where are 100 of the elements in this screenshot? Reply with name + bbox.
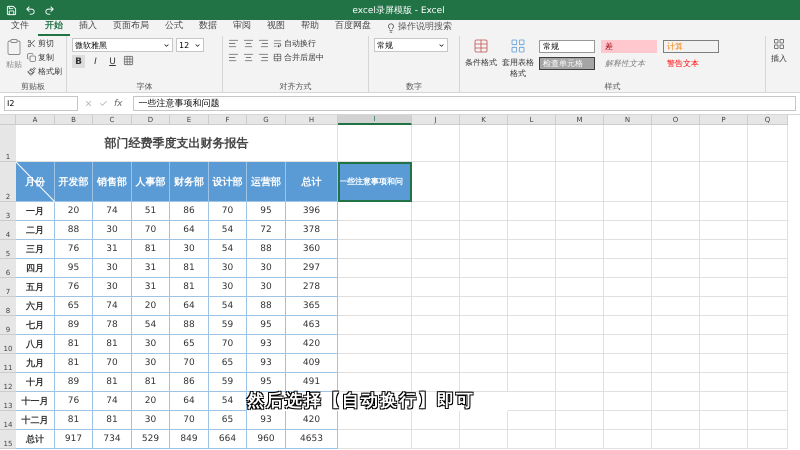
empty-cell[interactable] (508, 297, 556, 316)
cell-style-option[interactable]: 常规 (539, 40, 595, 53)
empty-cell[interactable] (700, 430, 748, 449)
empty-cell[interactable] (460, 221, 508, 240)
empty-cell[interactable] (508, 316, 556, 335)
format-button[interactable]: U (106, 55, 119, 68)
undo-icon[interactable] (25, 4, 36, 16)
ribbon-tab[interactable]: 数据 (192, 19, 224, 36)
font-size-field[interactable]: 12 (176, 38, 204, 52)
ribbon-tab[interactable]: 公式 (158, 19, 190, 36)
empty-cell[interactable] (604, 411, 652, 430)
empty-cell[interactable] (748, 430, 788, 449)
align-middle-icon[interactable] (243, 38, 254, 49)
cancel-icon[interactable] (84, 99, 93, 108)
empty-cell[interactable] (460, 373, 508, 392)
empty-cell[interactable] (604, 278, 652, 297)
empty-cell[interactable] (556, 202, 604, 221)
empty-cell[interactable] (508, 373, 556, 392)
empty-cell[interactable] (412, 411, 460, 430)
empty-cell[interactable] (652, 162, 700, 202)
empty-cell[interactable] (652, 221, 700, 240)
empty-cell[interactable] (604, 430, 652, 449)
empty-cell[interactable] (556, 297, 604, 316)
empty-cell[interactable] (604, 354, 652, 373)
save-icon[interactable] (6, 4, 17, 16)
empty-cell[interactable] (412, 125, 460, 162)
empty-cell[interactable] (700, 202, 748, 221)
align-top-icon[interactable] (228, 38, 239, 49)
empty-cell[interactable] (508, 278, 556, 297)
empty-cell[interactable] (556, 335, 604, 354)
empty-cell[interactable] (700, 221, 748, 240)
merge-center-button[interactable]: 合并后居中 (273, 52, 324, 63)
empty-cell[interactable] (604, 240, 652, 259)
empty-cell[interactable] (604, 297, 652, 316)
empty-cell[interactable] (652, 125, 700, 162)
empty-cell[interactable] (460, 202, 508, 221)
empty-cell[interactable] (652, 297, 700, 316)
empty-cell[interactable] (748, 335, 788, 354)
align-center-icon[interactable] (243, 52, 254, 63)
empty-cell[interactable] (604, 125, 652, 162)
empty-cell[interactable] (460, 354, 508, 373)
empty-cell[interactable] (748, 162, 788, 202)
empty-cell[interactable] (460, 278, 508, 297)
empty-cell[interactable] (748, 316, 788, 335)
empty-cell[interactable] (412, 202, 460, 221)
empty-cell[interactable] (556, 411, 604, 430)
ribbon-tab[interactable]: 百度网盘 (328, 19, 378, 36)
clipboard-button[interactable]: 剪切 (27, 38, 62, 49)
empty-cell[interactable] (748, 297, 788, 316)
empty-cell[interactable] (748, 278, 788, 297)
empty-cell[interactable] (748, 392, 788, 411)
empty-cell[interactable] (604, 221, 652, 240)
empty-cell[interactable] (412, 335, 460, 354)
empty-cell[interactable] (700, 125, 748, 162)
empty-cell[interactable] (508, 430, 556, 449)
empty-cell[interactable] (460, 411, 508, 430)
empty-cell[interactable] (508, 240, 556, 259)
ribbon-tab[interactable]: 审阅 (226, 19, 258, 36)
empty-cell[interactable] (460, 259, 508, 278)
empty-cell[interactable] (748, 259, 788, 278)
empty-cell[interactable] (460, 125, 508, 162)
empty-cell[interactable] (604, 162, 652, 202)
empty-cell[interactable] (556, 162, 604, 202)
border-icon[interactable] (123, 55, 134, 66)
empty-cell[interactable] (652, 316, 700, 335)
empty-cell[interactable] (652, 202, 700, 221)
empty-cell[interactable] (748, 240, 788, 259)
table-format-icon[interactable] (510, 38, 526, 54)
format-button[interactable]: B (72, 55, 85, 68)
align-left-icon[interactable] (228, 52, 239, 63)
empty-cell[interactable] (604, 259, 652, 278)
empty-cell[interactable] (700, 297, 748, 316)
empty-cell[interactable] (604, 335, 652, 354)
empty-cell[interactable] (460, 316, 508, 335)
empty-cell[interactable] (652, 392, 700, 411)
empty-cell[interactable] (748, 354, 788, 373)
ribbon-tab[interactable]: 插入 (72, 19, 104, 36)
empty-cell[interactable] (412, 259, 460, 278)
ribbon-tab[interactable]: 视图 (260, 19, 292, 36)
cell-style-option[interactable]: 差 (601, 40, 657, 53)
search-field[interactable]: 操作说明搜索 (398, 20, 452, 36)
empty-cell[interactable] (556, 373, 604, 392)
empty-cell[interactable] (652, 240, 700, 259)
empty-cell[interactable] (412, 240, 460, 259)
empty-cell[interactable] (700, 162, 748, 202)
empty-cell[interactable] (412, 278, 460, 297)
empty-cell[interactable] (556, 259, 604, 278)
empty-cell[interactable] (604, 392, 652, 411)
empty-cell[interactable] (700, 316, 748, 335)
insert-function-button[interactable]: fx (114, 98, 122, 108)
empty-cell[interactable] (412, 221, 460, 240)
empty-cell[interactable] (748, 125, 788, 162)
wrap-text-button[interactable]: 自动换行 (273, 38, 324, 49)
empty-cell[interactable] (460, 335, 508, 354)
align-bottom-icon[interactable] (258, 38, 269, 49)
empty-cell[interactable] (412, 373, 460, 392)
clipboard-button[interactable]: 复制 (27, 52, 62, 63)
empty-cell[interactable] (412, 316, 460, 335)
empty-cell[interactable] (460, 430, 508, 449)
empty-cell[interactable] (748, 202, 788, 221)
